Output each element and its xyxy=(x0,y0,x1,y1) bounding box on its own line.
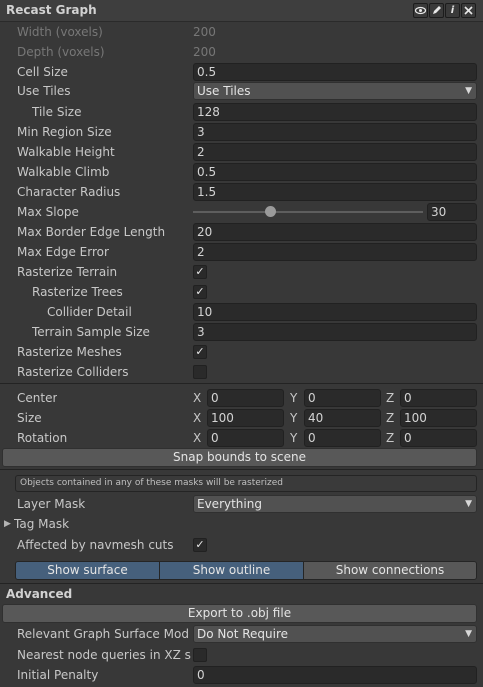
initial-penalty-label: Initial Penalty xyxy=(17,668,99,682)
max-border-edge-length-field[interactable]: 20 xyxy=(193,223,477,241)
max-edge-error-label: Max Edge Error xyxy=(17,245,109,259)
max-slope-slider-thumb[interactable] xyxy=(265,206,276,217)
center-label: Center xyxy=(17,391,58,405)
rasterize-meshes-checkbox[interactable]: ✓ xyxy=(193,345,207,359)
chevron-down-icon: ▼ xyxy=(465,499,472,509)
use-tiles-dropdown[interactable]: Use Tiles ▼ xyxy=(193,82,477,100)
terrain-sample-size-label: Terrain Sample Size xyxy=(32,325,150,339)
rotation-z-label[interactable]: Z xyxy=(386,429,394,447)
use-tiles-label: Use Tiles xyxy=(17,84,71,98)
surface-mode-value: Do Not Require xyxy=(197,627,289,641)
navmesh-cuts-label: Affected by navmesh cuts xyxy=(17,538,174,552)
show-surface-toggle[interactable]: Show surface xyxy=(15,561,160,580)
separator xyxy=(0,469,483,470)
advanced-section-title: Advanced xyxy=(6,587,73,601)
character-radius-label: Character Radius xyxy=(17,185,121,199)
separator xyxy=(0,583,483,584)
walkable-height-field[interactable]: 2 xyxy=(193,143,477,161)
rotation-x-label[interactable]: X xyxy=(193,429,201,447)
surface-mode-label: Relevant Graph Surface Mode xyxy=(17,627,189,641)
rasterize-meshes-label: Rasterize Meshes xyxy=(17,345,122,359)
eye-icon[interactable] xyxy=(413,3,428,18)
depth-label: Depth (voxels) xyxy=(17,45,105,59)
width-value: 200 xyxy=(193,25,216,39)
tile-size-field[interactable]: 128 xyxy=(193,103,477,121)
rasterize-terrain-label: Rasterize Terrain xyxy=(17,265,118,279)
show-connections-toggle[interactable]: Show connections xyxy=(303,561,477,580)
foldout-arrow-icon[interactable]: ▶ xyxy=(4,519,11,529)
size-z-field[interactable]: 100 xyxy=(400,409,477,427)
size-y-label[interactable]: Y xyxy=(290,409,297,427)
width-label: Width (voxels) xyxy=(17,25,103,39)
max-border-edge-length-label: Max Border Edge Length xyxy=(17,225,166,239)
pencil-icon[interactable] xyxy=(429,3,444,18)
rasterize-colliders-checkbox[interactable] xyxy=(193,365,207,379)
max-edge-error-field[interactable]: 2 xyxy=(193,243,477,261)
rotation-label: Rotation xyxy=(17,431,68,445)
size-z-label[interactable]: Z xyxy=(386,409,394,427)
surface-mode-dropdown[interactable]: Do Not Require ▼ xyxy=(193,625,477,643)
cell-size-label: Cell Size xyxy=(17,65,68,79)
rasterize-trees-checkbox[interactable]: ✓ xyxy=(193,285,207,299)
min-region-size-field[interactable]: 3 xyxy=(193,123,477,141)
initial-penalty-field[interactable]: 0 xyxy=(193,666,477,684)
size-y-field[interactable]: 40 xyxy=(304,409,381,427)
size-x-field[interactable]: 100 xyxy=(207,409,284,427)
rasterize-terrain-checkbox[interactable]: ✓ xyxy=(193,265,207,279)
depth-value: 200 xyxy=(193,45,216,59)
nearest-node-xz-label: Nearest node queries in XZ spa xyxy=(17,648,191,662)
rotation-y-field[interactable]: 0 xyxy=(304,429,381,447)
show-outline-toggle[interactable]: Show outline xyxy=(159,561,304,580)
center-z-field[interactable]: 0 xyxy=(400,389,477,407)
min-region-size-label: Min Region Size xyxy=(17,125,112,139)
rasterize-colliders-label: Rasterize Colliders xyxy=(17,365,129,379)
center-y-field[interactable]: 0 xyxy=(304,389,381,407)
use-tiles-value: Use Tiles xyxy=(197,84,251,98)
walkable-climb-field[interactable]: 0.5 xyxy=(193,163,477,181)
tag-mask-foldout[interactable]: Tag Mask xyxy=(14,514,69,534)
cell-size-field[interactable]: 0.5 xyxy=(193,63,477,81)
size-label: Size xyxy=(17,411,42,425)
chevron-down-icon: ▼ xyxy=(465,86,472,96)
separator xyxy=(0,383,483,384)
terrain-sample-size-field[interactable]: 3 xyxy=(193,323,477,341)
size-x-label[interactable]: X xyxy=(193,409,201,427)
close-icon[interactable] xyxy=(461,3,476,18)
walkable-height-label: Walkable Height xyxy=(17,145,115,159)
rasterize-trees-label: Rasterize Trees xyxy=(32,285,123,299)
chevron-down-icon: ▼ xyxy=(465,629,472,639)
rotation-z-field[interactable]: 0 xyxy=(400,429,477,447)
rotation-y-label[interactable]: Y xyxy=(290,429,297,447)
nearest-node-xz-checkbox[interactable] xyxy=(193,648,207,662)
max-slope-label: Max Slope xyxy=(17,205,79,219)
graph-title: Recast Graph xyxy=(6,3,97,17)
export-obj-button[interactable]: Export to .obj file xyxy=(2,604,477,623)
layer-mask-value: Everything xyxy=(197,497,262,511)
center-y-label[interactable]: Y xyxy=(290,389,297,407)
collider-detail-label: Collider Detail xyxy=(47,305,132,319)
center-x-label[interactable]: X xyxy=(193,389,201,407)
center-z-label[interactable]: Z xyxy=(386,389,394,407)
rotation-x-field[interactable]: 0 xyxy=(207,429,284,447)
info-icon[interactable]: i xyxy=(445,3,460,18)
max-slope-slider-track[interactable] xyxy=(193,211,423,213)
snap-bounds-button[interactable]: Snap bounds to scene xyxy=(2,448,477,467)
layer-mask-dropdown[interactable]: Everything ▼ xyxy=(193,495,477,513)
walkable-climb-label: Walkable Climb xyxy=(17,165,110,179)
center-x-field[interactable]: 0 xyxy=(207,389,284,407)
collider-detail-field[interactable]: 10 xyxy=(193,303,477,321)
navmesh-cuts-checkbox[interactable]: ✓ xyxy=(193,538,207,552)
max-slope-field[interactable]: 30 xyxy=(427,203,477,221)
layer-mask-label: Layer Mask xyxy=(17,497,86,511)
masks-info-box: Objects contained in any of these masks … xyxy=(15,475,477,492)
character-radius-field[interactable]: 1.5 xyxy=(193,183,477,201)
tile-size-label: Tile Size xyxy=(32,105,82,119)
